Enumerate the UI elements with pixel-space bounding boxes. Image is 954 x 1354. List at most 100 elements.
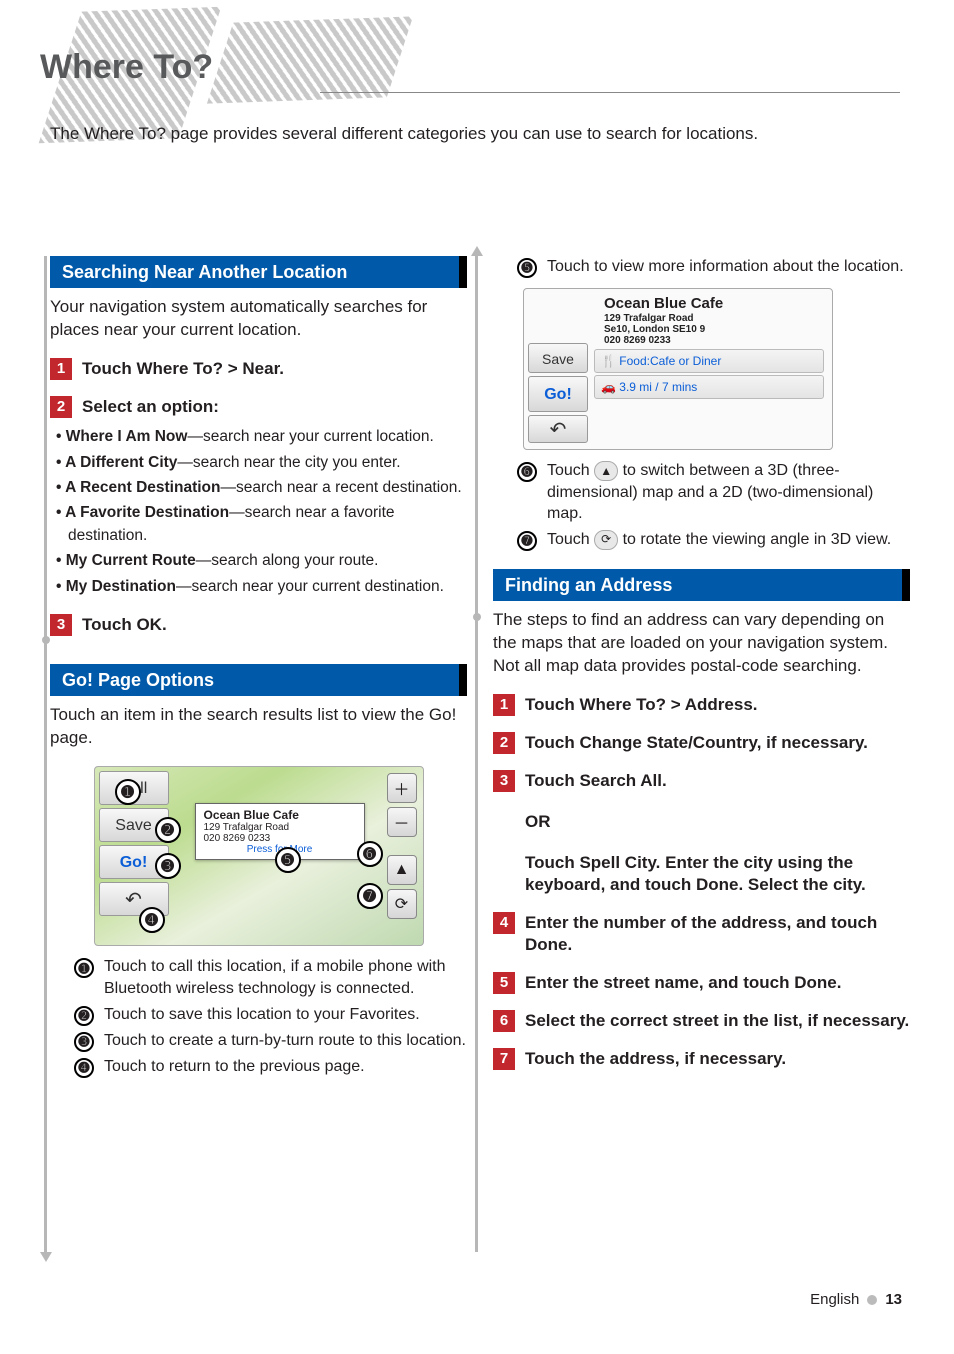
callout-2: ➋ [155,817,181,843]
step-number: 2 [50,396,72,418]
hatch-decoration [207,16,413,103]
legend-cont2: ➏ Touch ▲ to switch between a 3D (three-… [493,460,910,551]
legend-text: Touch to return to the previous page. [104,1056,365,1078]
category-row[interactable]: 🍴 Food:Cafe or Diner [594,349,824,373]
legend-cont: ➎ Touch to view more information about t… [493,256,910,278]
back-button[interactable]: ↶ [528,415,588,443]
footer-lang: English [810,1291,859,1308]
callout-3-icon: ➌ [74,1032,94,1052]
step-3: 3 Touch OK. [50,614,467,636]
ss2-title: Ocean Blue Cafe [604,295,723,312]
legend-row: ➍ Touch to return to the previous page. [74,1056,467,1078]
section-heading-searching: Searching Near Another Location [50,256,467,288]
addr-step-4: 4 Enter the number of the address, and t… [493,912,910,956]
callout-2-icon: ➋ [74,1006,94,1026]
section2-lead: Touch an item in the search results list… [50,704,467,750]
callout-1-icon: ➊ [74,958,94,978]
popup-address: 129 Trafalgar Road [204,822,356,833]
step-1: 1 Touch Where To? > Near. [50,358,467,380]
legend-row: ➊ Touch to call this location, if a mobi… [74,956,467,999]
zoom-out-icon[interactable]: － [387,807,417,837]
legend-row: ➎ Touch to view more information about t… [517,256,910,278]
intro-text: The Where To? page provides several diff… [50,124,758,144]
step-2: 2 Select an option: [50,396,467,418]
step-number: 5 [493,972,515,994]
callout-3: ➌ [155,853,181,879]
addr-step-2: 2 Touch Change State/Country, if necessa… [493,732,910,754]
or-separator: OR [525,812,910,832]
legend-row: ➏ Touch ▲ to switch between a 3D (three-… [517,460,910,525]
step-text: Select the correct street in the list, i… [525,1010,909,1032]
right-column: ➎ Touch to view more information about t… [493,256,910,1082]
option-list: Where I Am Now—search near your current … [56,426,467,598]
title-rule [320,92,900,93]
addr-step-5: 5 Enter the street name, and touch Done. [493,972,910,994]
step-number: 1 [493,694,515,716]
option-item: My Current Route—search along your route… [56,550,467,572]
page-title: Where To? [40,48,213,87]
callout-4-icon: ➍ [74,1058,94,1078]
legend-text: Touch to save this location to your Favo… [104,1004,420,1026]
legend-text: Touch ⟳ to rotate the viewing angle in 3… [547,529,891,551]
legend-text: Touch to create a turn-by-turn route to … [104,1030,466,1052]
legend-text: Touch to call this location, if a mobile… [104,956,467,999]
page-footer: English 13 [810,1291,902,1308]
option-item: A Favorite Destination—search near a fav… [56,502,467,547]
step-text: Touch Change State/Country, if necessary… [525,732,868,754]
rotate-icon[interactable]: ⟳ [387,889,417,919]
callout-5-icon: ➎ [517,258,537,278]
go-button[interactable]: Go! [528,376,588,412]
step-text: Enter the street name, and touch Done. [525,972,841,994]
addr-step-6: 6 Select the correct street in the list,… [493,1010,910,1032]
go-page-screenshot: Call Save Go! ↶ Ocean Blue Cafe 129 Traf… [94,766,424,946]
step-number: 2 [493,732,515,754]
legend-text: Touch ▲ to switch between a 3D (three-di… [547,460,910,525]
save-button[interactable]: Save [528,343,588,373]
ss2-address: 129 Trafalgar Road Se10, London SE10 9 0… [604,313,705,346]
step-text: Enter the number of the address, and tou… [525,912,910,956]
step-text: Touch OK. [82,614,167,636]
option-item: A Different City—search near the city yo… [56,452,467,474]
rotate-view-icon: ⟳ [594,530,618,550]
option-item: Where I Am Now—search near your current … [56,426,467,448]
section3-lead: The steps to find an address can vary de… [493,609,910,678]
legend-text: Touch to view more information about the… [547,256,904,278]
popup-phone: 020 8269 0233 [204,833,356,844]
step-number: 3 [493,770,515,792]
step-text: Select an option: [82,396,219,418]
option-item: A Recent Destination—search near a recen… [56,477,467,499]
step-number: 3 [50,614,72,636]
view-3d-icon[interactable]: ▲ [387,855,417,885]
callout-1: ➊ [115,779,141,805]
legend: ➊ Touch to call this location, if a mobi… [50,956,467,1077]
step-text: Touch Search All. [525,770,667,792]
callout-5: ➎ [275,847,301,873]
step3-alt: Touch Spell City. Enter the city using t… [525,852,910,896]
step-text: Touch Where To? > Address. [525,694,758,716]
info-screenshot: Ocean Blue Cafe 129 Trafalgar Road Se10,… [523,288,833,450]
callout-7-icon: ➐ [517,531,537,551]
callout-7: ➐ [357,883,383,909]
left-column: Searching Near Another Location Your nav… [50,256,467,1082]
popup-title: Ocean Blue Cafe [204,808,356,822]
option-item: My Destination—search near your current … [56,576,467,598]
legend-row: ➌ Touch to create a turn-by-turn route t… [74,1030,467,1052]
step-text: Touch the address, if necessary. [525,1048,786,1070]
step-number: 4 [493,912,515,934]
column-guide-left [44,256,47,1252]
view-toggle-icon: ▲ [594,461,618,481]
legend-row: ➋ Touch to save this location to your Fa… [74,1004,467,1026]
addr-step-1: 1 Touch Where To? > Address. [493,694,910,716]
legend-row: ➐ Touch ⟳ to rotate the viewing angle in… [517,529,910,551]
distance-row[interactable]: 🚗 3.9 mi / 7 mins [594,375,824,399]
step-text: Touch Where To? > Near. [82,358,284,380]
callout-4: ➍ [139,907,165,933]
step-number: 6 [493,1010,515,1032]
addr-step-3: 3 Touch Search All. [493,770,910,792]
step-number: 7 [493,1048,515,1070]
zoom-in-icon[interactable]: ＋ [387,773,417,803]
footer-page-number: 13 [885,1291,902,1308]
section-heading-finding-address: Finding an Address [493,569,910,601]
step-number: 1 [50,358,72,380]
guide-dot [42,636,50,644]
